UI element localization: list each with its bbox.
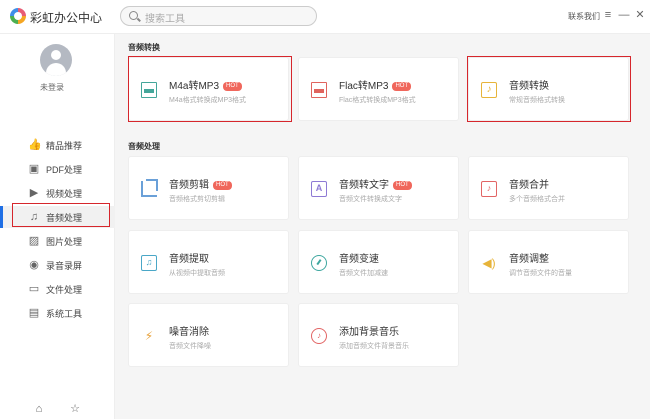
card-subtitle: 音频文件转换成文字 <box>339 196 402 203</box>
hot-badge: HOT <box>393 181 412 190</box>
search-icon <box>129 11 138 20</box>
bgm-icon: ♪ <box>311 328 327 344</box>
video-icon: ▶ <box>29 187 39 199</box>
sidebar-item-recommended[interactable]: 👍 精品推荐 <box>0 134 115 156</box>
sidebar-item-file[interactable]: ▭ 文件处理 <box>0 278 115 300</box>
login-status[interactable]: 未登录 <box>40 82 64 93</box>
card-title: 音频转文字 HOT <box>339 176 412 191</box>
sidebar-item-label: 图片处理 <box>46 237 83 247</box>
avatar-body <box>46 63 66 76</box>
card-audio-adjust[interactable]: ◀) 音频调整 调节音频文件的音量 <box>468 230 629 294</box>
card-audio-extract[interactable]: ♫ 音频提取 从视频中提取音频 <box>128 230 289 294</box>
card-subtitle: Flac格式转换成MP3格式 <box>339 97 416 104</box>
star-icon[interactable]: ☆ <box>68 402 82 416</box>
card-flac-to-mp3[interactable]: Flac转MP3 HOT Flac格式转换成MP3格式 <box>298 57 459 121</box>
system-tools-icon: ▤ <box>28 307 40 319</box>
card-title: 添加背景音乐 <box>339 327 399 338</box>
card-subtitle: 音频文件加减速 <box>339 270 388 277</box>
card-title: Flac转MP3 HOT <box>339 77 412 92</box>
menu-icon[interactable]: ≡ <box>601 8 615 22</box>
sidebar-item-record[interactable]: ◉ 录音录屏 <box>0 254 115 276</box>
app-title: 彩虹办公中心 <box>30 11 103 25</box>
sidebar-item-video[interactable]: ▶ 视频处理 <box>0 182 115 204</box>
card-audio-to-text[interactable]: A 音频转文字 HOT 音频文件转换成文字 <box>298 156 459 220</box>
card-title: 音频剪辑 HOT <box>169 176 232 191</box>
card-subtitle: 添加音频文件背景音乐 <box>339 343 409 350</box>
thumbs-up-icon: 👍 <box>28 139 42 151</box>
main-content: 音频转换 M4a转MP3 HOT M4a格式转换成MP3格式 Flac转MP3 HO… <box>116 34 650 419</box>
app-logo-icon <box>10 8 26 24</box>
search-placeholder: 搜索工具 <box>145 14 185 25</box>
card-subtitle: 调节音频文件的音量 <box>509 270 572 277</box>
folder-icon: ▭ <box>28 283 40 295</box>
highlight-box-m4a <box>128 56 292 122</box>
title-bar: 彩虹办公中心 搜索工具 联系我们 ≡ — ✕ <box>0 0 650 34</box>
card-audio-merge[interactable]: ♪ 音频合并 多个音频格式合并 <box>468 156 629 220</box>
card-title: 音频提取 <box>169 254 209 265</box>
speed-icon <box>311 255 327 271</box>
card-audio-clip[interactable]: 音频剪辑 HOT 音频格式剪切剪辑 <box>128 156 289 220</box>
doc-icon <box>311 82 327 98</box>
card-subtitle: 音频格式剪切剪辑 <box>169 196 225 203</box>
extract-icon: ♫ <box>141 255 157 271</box>
merge-icon: ♪ <box>481 181 497 197</box>
image-icon: ▨ <box>28 235 40 247</box>
pdf-icon: ▣ <box>28 163 40 175</box>
card-title: 音频调整 <box>509 254 549 265</box>
sidebar-item-label: 视频处理 <box>46 189 83 199</box>
highlight-box-audio-nav <box>12 203 110 227</box>
hot-badge: HOT <box>392 82 412 91</box>
noise-icon: ⚡ <box>144 329 154 343</box>
search-input[interactable]: 搜索工具 <box>120 6 317 26</box>
home-icon[interactable]: ⌂ <box>32 402 46 416</box>
card-title: 音频变速 <box>339 254 379 265</box>
card-title: 音频合并 <box>509 180 549 191</box>
crop-icon <box>141 179 158 197</box>
sidebar-item-label: 文件处理 <box>46 285 83 295</box>
sidebar-bottom-icons: ⌂ ☆ <box>0 402 115 419</box>
section-title-audio-process: 音频处理 <box>128 142 160 151</box>
contact-us-link[interactable]: 联系我们 <box>568 11 600 22</box>
minimize-icon[interactable]: — <box>617 8 631 22</box>
sidebar-item-image[interactable]: ▨ 图片处理 <box>0 230 115 252</box>
card-subtitle: 多个音频格式合并 <box>509 196 565 203</box>
card-add-bgm[interactable]: ♪ 添加背景音乐 添加音频文件背景音乐 <box>298 303 459 367</box>
sidebar-item-system-tools[interactable]: ▤ 系统工具 <box>0 302 115 324</box>
sidebar-item-label: PDF处理 <box>46 165 83 175</box>
card-title: 噪音消除 <box>169 327 209 338</box>
section-title-audio-convert: 音频转换 <box>128 43 160 52</box>
card-subtitle: 音频文件降噪 <box>169 343 211 350</box>
close-icon[interactable]: ✕ <box>633 8 647 22</box>
avatar[interactable] <box>40 44 72 76</box>
sidebar-item-label: 系统工具 <box>46 309 83 319</box>
text-icon: A <box>311 181 327 197</box>
hot-badge: HOT <box>213 181 232 190</box>
card-audio-speed[interactable]: 音频变速 音频文件加减速 <box>298 230 459 294</box>
sidebar-item-label: 精品推荐 <box>46 141 83 151</box>
sidebar: 未登录 👍 精品推荐 ▣ PDF处理 ▶ 视频处理 ♫ 音频处理 ▨ 图片处理 … <box>0 34 115 419</box>
highlight-box-audio-convert <box>467 56 631 122</box>
sidebar-item-label: 录音录屏 <box>46 261 83 271</box>
sidebar-item-pdf[interactable]: ▣ PDF处理 <box>0 158 115 180</box>
card-subtitle: 从视频中提取音频 <box>169 270 225 277</box>
volume-icon: ◀) <box>482 256 496 270</box>
card-noise-removal[interactable]: ⚡ 噪音消除 音频文件降噪 <box>128 303 289 367</box>
avatar-head <box>51 50 61 60</box>
record-icon: ◉ <box>29 259 39 271</box>
